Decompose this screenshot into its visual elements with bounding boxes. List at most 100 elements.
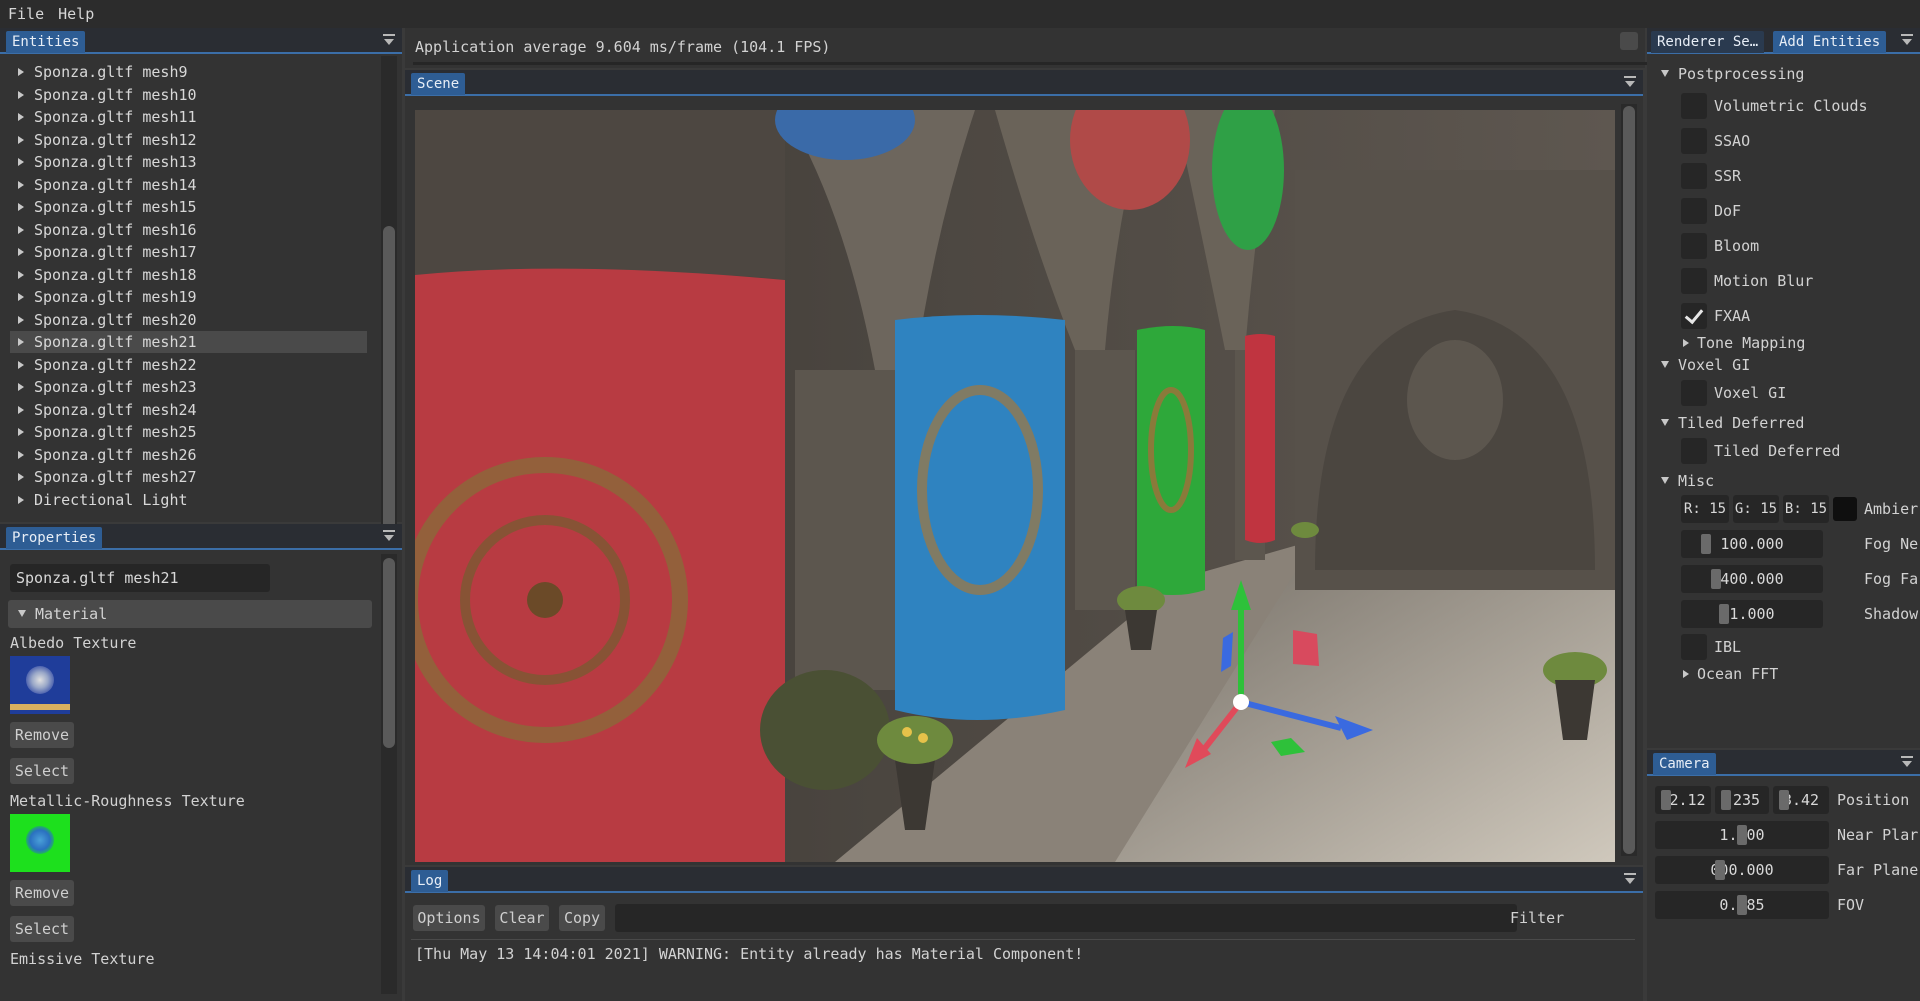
entity-tree-item[interactable]: Sponza.gltf mesh22 — [10, 354, 197, 376]
menu-help[interactable]: Help — [58, 5, 94, 23]
mr-remove-button[interactable]: Remove — [10, 880, 74, 906]
tone-mapping-section[interactable]: Tone Mapping — [1683, 334, 1805, 352]
chevron-right-icon[interactable] — [18, 473, 24, 481]
entities-scrollbar[interactable] — [381, 56, 397, 546]
tab-properties[interactable]: Properties — [6, 527, 103, 549]
camera-pos-x[interactable]: 82.12 — [1655, 786, 1711, 814]
camera-near-slider[interactable]: 1.000 — [1655, 821, 1829, 849]
voxel-gi-checkbox[interactable] — [1681, 380, 1707, 406]
entity-tree-item[interactable]: Sponza.gltf mesh13 — [10, 151, 197, 173]
slider-grab[interactable] — [1661, 790, 1671, 810]
chevron-right-icon[interactable] — [18, 270, 24, 279]
scene-scroll-thumb[interactable] — [1623, 106, 1635, 854]
log-clear-button[interactable]: Clear — [495, 905, 549, 931]
entity-tree-item[interactable]: Sponza.gltf mesh26 — [10, 444, 197, 466]
albedo-select-button[interactable]: Select — [10, 758, 74, 784]
entity-tree-item[interactable]: Sponza.gltf mesh20 — [10, 309, 197, 331]
entity-tree-item[interactable]: Sponza.gltf mesh19 — [10, 286, 197, 308]
scene-viewport[interactable] — [415, 110, 1615, 862]
chevron-right-icon[interactable] — [18, 450, 24, 459]
chevron-right-icon[interactable] — [18, 68, 24, 76]
tab-scene[interactable]: Scene — [411, 73, 466, 95]
entity-tree-item[interactable]: Sponza.gltf mesh21 — [10, 331, 367, 353]
ambient-channel-0[interactable]: R: 15 — [1681, 495, 1729, 523]
log-filter-input[interactable] — [615, 904, 1517, 932]
chevron-right-icon[interactable] — [18, 360, 24, 369]
entities-scroll-thumb[interactable] — [383, 226, 395, 546]
effect-6-checkbox[interactable] — [1681, 303, 1707, 329]
tab-entities[interactable]: Entities — [6, 31, 86, 53]
chevron-right-icon[interactable] — [18, 338, 24, 346]
entity-tree-item[interactable]: Sponza.gltf mesh23 — [10, 376, 197, 398]
slider-grab[interactable] — [1711, 569, 1721, 589]
effect-0-checkbox[interactable] — [1681, 93, 1707, 119]
entity-tree-item[interactable]: Sponza.gltf mesh18 — [10, 264, 197, 286]
effect-5-checkbox[interactable] — [1681, 268, 1707, 294]
slider-grab[interactable] — [1719, 604, 1729, 624]
chevron-right-icon[interactable] — [18, 158, 24, 166]
entity-name-field[interactable]: Sponza.gltf mesh21 — [10, 564, 270, 592]
fog-near-slider[interactable]: 100.000 — [1681, 530, 1823, 558]
panel-menu-icon[interactable] — [382, 529, 396, 543]
slider-grab[interactable] — [1721, 790, 1731, 810]
camera-fov-slider[interactable]: 0.785 — [1655, 891, 1829, 919]
panel-menu-icon[interactable] — [1900, 755, 1914, 769]
ambient-color-swatch[interactable] — [1833, 497, 1857, 521]
chevron-right-icon[interactable] — [18, 90, 24, 99]
chevron-right-icon[interactable] — [18, 225, 24, 234]
ambient-channel-2[interactable]: B: 15 — [1783, 495, 1829, 523]
tab-log[interactable]: Log — [411, 870, 449, 892]
entity-tree-item[interactable]: Sponza.gltf mesh24 — [10, 399, 197, 421]
albedo-remove-button[interactable]: Remove — [10, 722, 74, 748]
chevron-right-icon[interactable] — [18, 248, 24, 256]
mr-select-button[interactable]: Select — [10, 916, 74, 942]
entity-tree-item[interactable]: Directional Light — [10, 489, 188, 511]
chevron-right-icon[interactable] — [18, 495, 24, 504]
tiled-deferred-section[interactable]: Tiled Deferred — [1661, 414, 1804, 432]
panel-menu-icon[interactable] — [1900, 33, 1914, 47]
chevron-right-icon[interactable] — [18, 180, 24, 189]
chevron-right-icon[interactable] — [18, 428, 24, 436]
entity-tree-item[interactable]: Sponza.gltf mesh16 — [10, 219, 197, 241]
slider-grab[interactable] — [1737, 895, 1747, 915]
camera-far-slider[interactable]: 000.000 — [1655, 856, 1829, 884]
stats-corner-box[interactable] — [1620, 32, 1638, 50]
voxel-gi-section[interactable]: Voxel GI — [1661, 356, 1750, 374]
effect-3-checkbox[interactable] — [1681, 198, 1707, 224]
chevron-right-icon[interactable] — [18, 203, 24, 211]
ibl-checkbox[interactable] — [1681, 634, 1707, 660]
properties-scroll-thumb[interactable] — [383, 558, 395, 748]
log-copy-button[interactable]: Copy — [559, 905, 605, 931]
tab-add-entities[interactable]: Add Entities — [1773, 31, 1887, 53]
panel-menu-icon[interactable] — [1623, 872, 1637, 886]
chevron-right-icon[interactable] — [18, 113, 24, 121]
entity-tree-item[interactable]: Sponza.gltf mesh10 — [10, 84, 197, 106]
chevron-right-icon[interactable] — [18, 315, 24, 324]
entity-tree-item[interactable]: Sponza.gltf mesh12 — [10, 129, 197, 151]
entity-tree-item[interactable]: Sponza.gltf mesh11 — [10, 106, 197, 128]
slider-grab[interactable] — [1737, 825, 1747, 845]
slider-grab[interactable] — [1779, 790, 1789, 810]
menu-file[interactable]: File — [8, 5, 44, 23]
slider-grab[interactable] — [1715, 860, 1725, 880]
scene-scrollbar[interactable] — [1621, 104, 1637, 856]
tiled-deferred-checkbox[interactable] — [1681, 438, 1707, 464]
entity-tree-item[interactable]: Sponza.gltf mesh25 — [10, 421, 197, 443]
log-options-button[interactable]: Options — [413, 905, 485, 931]
panel-menu-icon[interactable] — [382, 33, 396, 47]
chevron-right-icon[interactable] — [18, 293, 24, 301]
chevron-right-icon[interactable] — [18, 405, 24, 414]
properties-scrollbar[interactable] — [381, 554, 397, 994]
postprocessing-section[interactable]: Postprocessing — [1661, 65, 1804, 83]
ocean-fft-section[interactable]: Ocean FFT — [1683, 665, 1778, 683]
entity-tree-item[interactable]: Sponza.gltf mesh17 — [10, 241, 197, 263]
entity-tree-item[interactable]: Sponza.gltf mesh15 — [10, 196, 197, 218]
entity-tree-item[interactable]: Sponza.gltf mesh9 — [10, 61, 188, 83]
material-section[interactable]: Material — [8, 600, 372, 628]
effect-2-checkbox[interactable] — [1681, 163, 1707, 189]
effect-4-checkbox[interactable] — [1681, 233, 1707, 259]
tab-renderer-settings[interactable]: Renderer Se… — [1651, 31, 1765, 53]
fog-far-slider[interactable]: 400.000 — [1681, 565, 1823, 593]
shadow-slider[interactable]: 1.000 — [1681, 600, 1823, 628]
slider-grab[interactable] — [1701, 534, 1711, 554]
